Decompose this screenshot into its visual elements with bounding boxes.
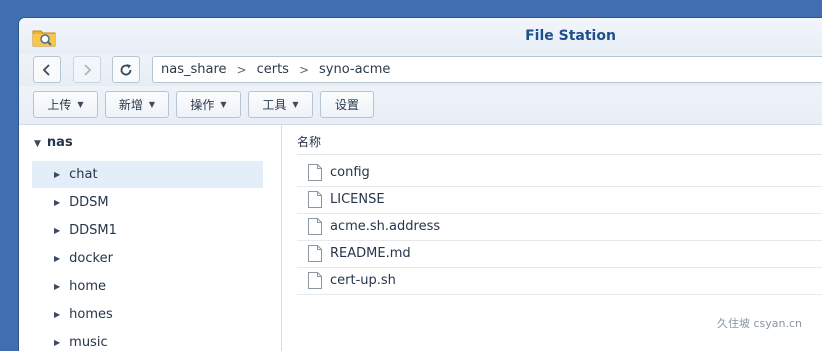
- action-label: 操作: [190, 98, 215, 112]
- file-row[interactable]: config: [297, 159, 822, 187]
- tree-item-home[interactable]: ▶ home: [32, 273, 263, 300]
- tree-root-label: nas: [46, 135, 73, 150]
- file-list: 名称 config LICENSE acme.sh.address README…: [282, 125, 822, 351]
- file-row[interactable]: LICENSE: [297, 186, 822, 214]
- column-header-name[interactable]: 名称: [297, 133, 321, 150]
- file-name: README.md: [330, 246, 411, 261]
- action-toolbar: 上传 ▼ 新增 ▼ 操作 ▼ 工具 ▼ 设置: [19, 86, 822, 125]
- create-label: 新增: [118, 98, 143, 112]
- tree-item-label: chat: [69, 167, 98, 182]
- file-name: cert-up.sh: [330, 273, 396, 288]
- path-segment[interactable]: nas_share: [161, 62, 227, 77]
- create-button[interactable]: 新增 ▼: [105, 91, 169, 118]
- refresh-icon: [120, 63, 132, 75]
- file-row[interactable]: README.md: [297, 240, 822, 268]
- file-icon: [308, 218, 322, 235]
- window-title: File Station: [525, 28, 616, 44]
- collapsed-triangle-icon[interactable]: ▶: [54, 310, 60, 319]
- tree-item-docker[interactable]: ▶ docker: [32, 245, 263, 272]
- tools-button[interactable]: 工具 ▼: [248, 91, 313, 118]
- caret-down-icon: ▼: [220, 100, 227, 109]
- watermark: 久住坡 csyan.cn: [716, 317, 802, 330]
- tree-item-ddsm1[interactable]: ▶ DDSM1: [32, 217, 263, 244]
- file-name: config: [330, 165, 370, 180]
- chevron-left-icon: [42, 63, 50, 76]
- refresh-button[interactable]: [112, 56, 140, 83]
- tree-item-music[interactable]: ▶ music: [32, 329, 263, 351]
- tree-item-label: DDSM1: [69, 223, 117, 238]
- path-bar[interactable]: nas_share > certs > syno-acme: [152, 56, 822, 83]
- settings-button[interactable]: 设置: [320, 91, 374, 118]
- collapsed-triangle-icon[interactable]: ▶: [54, 198, 60, 207]
- path-segment[interactable]: syno-acme: [319, 62, 390, 77]
- file-name: LICENSE: [330, 192, 385, 207]
- tree-item-label: DDSM: [69, 195, 109, 210]
- folder-tree: ▼ nas ▶ chat ▶ DDSM ▶ DDSM1 ▶ docker ▶ ho…: [19, 125, 282, 351]
- tools-label: 工具: [262, 98, 287, 112]
- path-segment[interactable]: certs: [257, 62, 289, 77]
- tree-item-label: docker: [69, 251, 113, 266]
- upload-button[interactable]: 上传 ▼: [33, 91, 98, 118]
- tree-item-label: homes: [69, 307, 113, 322]
- settings-label: 设置: [334, 98, 359, 112]
- upload-label: 上传: [47, 98, 72, 112]
- path-separator: >: [298, 62, 310, 77]
- collapsed-triangle-icon[interactable]: ▶: [54, 254, 60, 263]
- forward-button[interactable]: [73, 56, 101, 83]
- collapsed-triangle-icon[interactable]: ▶: [54, 226, 60, 235]
- expanded-triangle-icon[interactable]: ▼: [34, 139, 41, 149]
- caret-down-icon: ▼: [148, 100, 156, 109]
- tree-item-label: home: [69, 279, 107, 294]
- path-separator: >: [236, 62, 247, 77]
- title-bar: File Station: [19, 18, 822, 54]
- tree-root-nas[interactable]: ▼ nas: [34, 135, 73, 150]
- file-icon: [308, 272, 322, 289]
- caret-down-icon: ▼: [292, 100, 299, 109]
- collapsed-triangle-icon[interactable]: ▶: [54, 338, 60, 347]
- back-button[interactable]: [33, 56, 61, 83]
- file-icon: [308, 164, 322, 181]
- file-row[interactable]: acme.sh.address: [297, 213, 822, 241]
- file-name: acme.sh.address: [330, 219, 441, 234]
- caret-down-icon: ▼: [77, 100, 84, 109]
- collapsed-triangle-icon[interactable]: ▶: [54, 170, 60, 179]
- collapsed-triangle-icon[interactable]: ▶: [54, 282, 60, 291]
- file-icon: [308, 191, 322, 208]
- navigation-bar: nas_share > certs > syno-acme: [19, 54, 822, 86]
- header-divider: [297, 154, 822, 155]
- file-station-window: File Station nas_share > certs > syno-ac…: [19, 18, 822, 351]
- tree-item-label: music: [69, 335, 108, 350]
- file-row[interactable]: cert-up.sh: [297, 267, 822, 295]
- tree-item-homes[interactable]: ▶ homes: [32, 301, 263, 328]
- tree-item-chat[interactable]: ▶ chat: [32, 161, 263, 188]
- tree-item-ddsm[interactable]: ▶ DDSM: [32, 189, 263, 216]
- file-icon: [308, 245, 322, 262]
- action-button[interactable]: 操作 ▼: [176, 91, 241, 118]
- chevron-right-icon: [84, 63, 92, 76]
